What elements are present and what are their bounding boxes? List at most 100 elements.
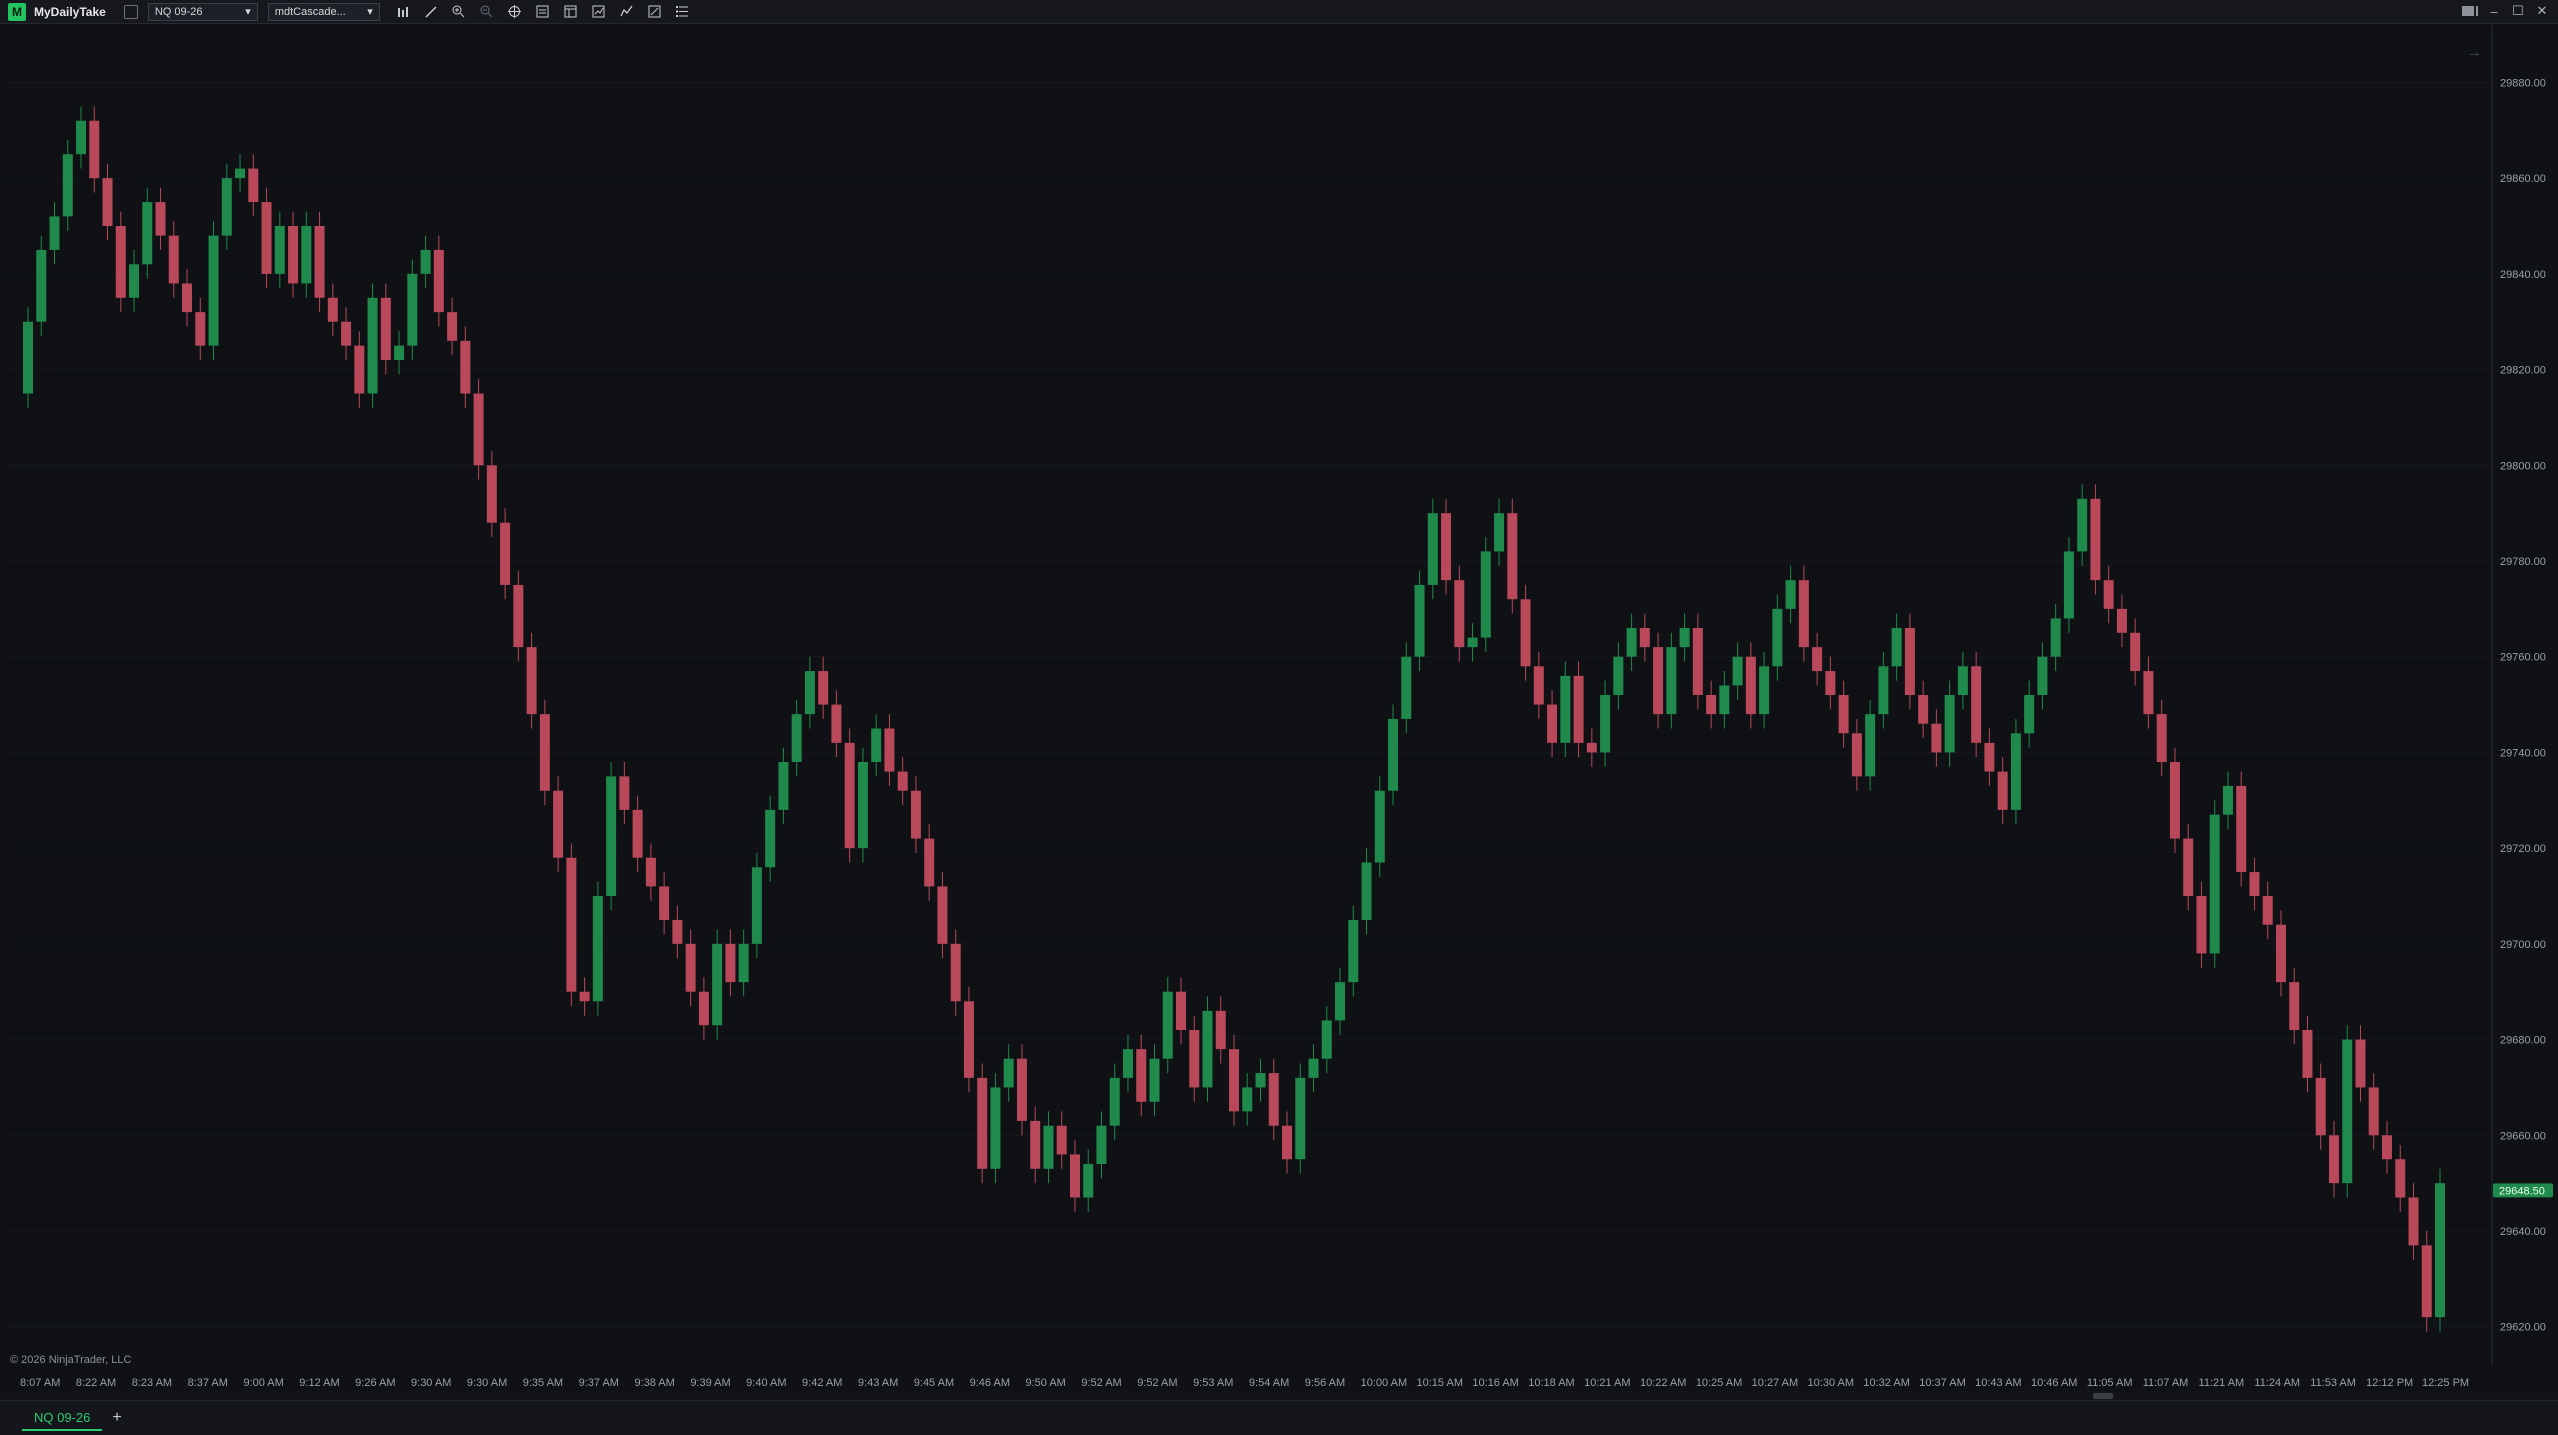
- candle-body: [2103, 580, 2114, 609]
- candle-body: [632, 809, 643, 858]
- y-tick-label: 29840.00: [2500, 269, 2546, 281]
- candle-body: [1136, 1049, 1147, 1102]
- candle-body: [1282, 1125, 1293, 1160]
- indicators-icon[interactable]: [616, 1, 638, 23]
- collapse-arrow-icon[interactable]: →: [2466, 44, 2482, 61]
- template-selector[interactable]: mdtCascade... ▾: [267, 2, 380, 21]
- candle-body: [1427, 513, 1438, 585]
- candle-body: [1798, 580, 1809, 648]
- zoom-in-icon[interactable]: [448, 1, 470, 23]
- y-tick-label: 29740.00: [2500, 747, 2546, 759]
- y-tick-label: 29820.00: [2500, 365, 2546, 377]
- candle-body: [539, 714, 550, 791]
- candle-body: [1812, 647, 1823, 672]
- candle-body: [1414, 584, 1425, 657]
- candle-body: [645, 857, 656, 887]
- candle-body: [89, 120, 100, 179]
- candle-body: [1321, 1020, 1332, 1059]
- scrollbar-thumb[interactable]: [2093, 1393, 2113, 1399]
- candle-body: [447, 312, 458, 341]
- candle-body: [513, 584, 524, 648]
- list-icon[interactable]: [672, 1, 694, 23]
- candle-body: [2302, 1030, 2313, 1078]
- candle-body: [235, 168, 246, 179]
- candle-body: [698, 991, 709, 1026]
- minimize-icon[interactable]: –: [2486, 3, 2502, 19]
- instrument-selector[interactable]: NQ 09-26 ▾: [147, 2, 258, 21]
- candle-body: [1454, 580, 1465, 648]
- candle-body: [791, 714, 802, 762]
- x-tick-label: 9:26 AM: [355, 1377, 395, 1389]
- copyright-text: © 2026 NinjaTrader, LLC: [10, 1354, 131, 1366]
- x-tick-label: 9:52 AM: [1137, 1377, 1177, 1389]
- chart-scrollbar[interactable]: [0, 1391, 2558, 1400]
- candle-body: [619, 776, 630, 810]
- candle-body: [1600, 695, 1611, 753]
- add-tab-button[interactable]: +: [112, 1409, 121, 1427]
- x-tick-label: 11:24 AM: [2254, 1377, 2300, 1389]
- candle-body: [2077, 498, 2088, 552]
- candle-body: [1268, 1073, 1279, 1126]
- strategies-icon[interactable]: [644, 1, 666, 23]
- candle-body: [1666, 647, 1677, 715]
- candle-body: [407, 273, 418, 346]
- candle-body: [2342, 1039, 2353, 1184]
- bar-type-icon[interactable]: [392, 1, 414, 23]
- candle-body: [314, 226, 325, 298]
- candle-body: [1706, 695, 1717, 715]
- candle-body: [871, 728, 882, 762]
- candle-body: [1215, 1010, 1226, 1050]
- candle-body: [1189, 1030, 1200, 1088]
- candle-body: [1785, 580, 1796, 609]
- candle-body: [1971, 666, 1982, 743]
- x-tick-label: 9:00 AM: [243, 1377, 283, 1389]
- x-tick-label: 10:32 AM: [1863, 1377, 1909, 1389]
- tab-nq-09-26[interactable]: NQ 09-26: [22, 1406, 103, 1431]
- candle-body: [1759, 666, 1770, 715]
- candle-body: [1851, 733, 1862, 777]
- x-tick-label: 9:56 AM: [1305, 1377, 1345, 1389]
- candle-body: [977, 1077, 988, 1169]
- candle-body: [1122, 1049, 1133, 1078]
- candle-body: [844, 742, 855, 849]
- data-box-icon[interactable]: [532, 1, 554, 23]
- candle-body: [2421, 1245, 2432, 1318]
- candle-body: [1984, 742, 1995, 772]
- x-tick-label: 10:15 AM: [1417, 1377, 1463, 1389]
- candle-body: [1016, 1058, 1027, 1121]
- price-chart[interactable]: 29880.00 29860.00 29840.00 29820.00 29800.00…: [0, 25, 2558, 1390]
- candle-body: [1547, 704, 1558, 743]
- candle-body: [937, 886, 948, 944]
- chart-trader-icon[interactable]: [588, 1, 610, 23]
- crosshair-icon[interactable]: [504, 1, 526, 23]
- x-tick-label: 9:37 AM: [579, 1377, 619, 1389]
- candle-body: [592, 896, 603, 1002]
- x-tick-label: 9:46 AM: [970, 1377, 1010, 1389]
- candle-body: [1083, 1164, 1094, 1198]
- close-icon[interactable]: ✕: [2534, 3, 2550, 19]
- candle-body: [1692, 628, 1703, 695]
- maximize-icon[interactable]: ☐: [2510, 3, 2526, 19]
- candle-body: [2143, 671, 2154, 715]
- candle-body: [1149, 1058, 1160, 1102]
- y-tick-label: 29760.00: [2500, 652, 2546, 664]
- candle-body: [115, 226, 126, 298]
- draw-tool-icon[interactable]: [420, 1, 442, 23]
- tile-layout-icon[interactable]: [2462, 3, 2478, 19]
- x-tick-label: 8:23 AM: [132, 1377, 172, 1389]
- window-link-button[interactable]: [123, 4, 138, 19]
- candle-body: [2222, 785, 2233, 815]
- candle-body: [1361, 862, 1372, 920]
- properties-icon[interactable]: [560, 1, 582, 23]
- x-tick-label: 10:18 AM: [1528, 1377, 1574, 1389]
- candle-body: [1003, 1058, 1014, 1088]
- zoom-out-icon[interactable]: [476, 1, 498, 23]
- candle-body: [1639, 628, 1650, 648]
- candle-body: [2328, 1135, 2339, 1184]
- candle-body: [672, 919, 683, 944]
- current-price-label: 29648.50: [2499, 1185, 2545, 1197]
- x-tick-label: 8:22 AM: [76, 1377, 116, 1389]
- y-tick-label: 29860.00: [2500, 173, 2546, 185]
- candle-body: [553, 790, 564, 858]
- candlestick-chart[interactable]: 29880.00 29860.00 29840.00 29820.00 29800.00…: [0, 25, 2558, 1390]
